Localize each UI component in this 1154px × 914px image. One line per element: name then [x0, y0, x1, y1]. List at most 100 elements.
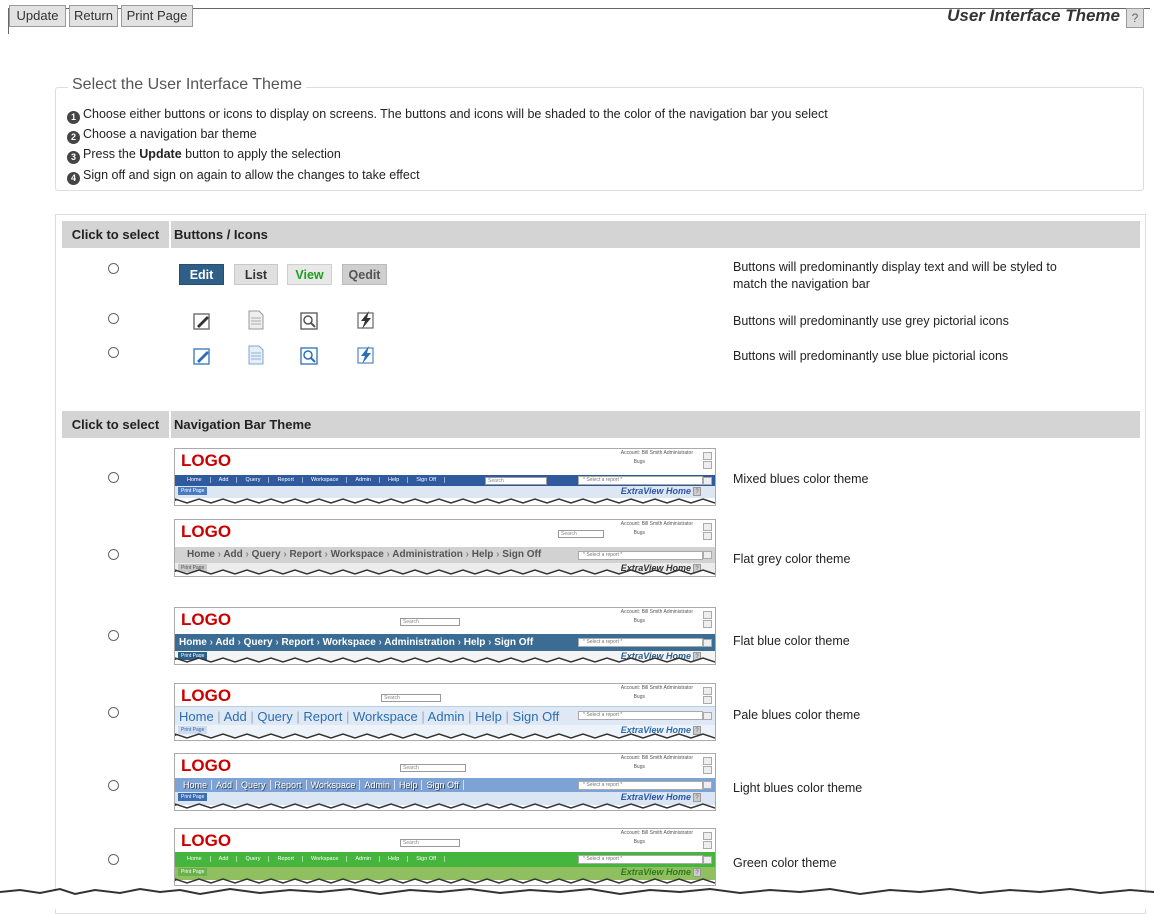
print-page-button[interactable]: Print Page: [121, 5, 193, 27]
preview-search-box: Search: [400, 618, 460, 626]
preview-dropdown-icon: [703, 611, 712, 619]
preview-nav-separator: ›: [234, 637, 244, 648]
preview-nav-item: Add: [212, 780, 238, 790]
preview-report-select: * Select a report *: [578, 638, 703, 647]
preview-nav-separator: |: [246, 709, 258, 724]
preview-print-button: Print Page: [178, 868, 208, 876]
theme-radio[interactable]: [108, 472, 119, 483]
preview-nav-item: Report: [269, 477, 303, 483]
instruction-step-4: 4 Sign off and sign on again to allow the…: [67, 168, 420, 185]
preview-bugs: Bugs: [633, 530, 645, 536]
theme-radio[interactable]: [108, 630, 119, 641]
preview-account: Account: Bill Smith Administrator: [620, 755, 693, 761]
view-icon: [300, 312, 318, 330]
preview-dropdown-icon: [703, 781, 712, 789]
preview-nav-separator: ›: [313, 637, 323, 648]
click-to-select-header: Click to select: [62, 411, 171, 438]
preview-nav-item: Admin: [347, 477, 380, 483]
preview-search-box: Search: [400, 764, 466, 772]
preview-nav-separator: |: [464, 709, 476, 724]
preview-logo: LOGO: [181, 610, 232, 629]
step-number-icon: 2: [67, 131, 80, 144]
preview-account: Account: Bill Smith Administrator: [620, 521, 693, 527]
preview-nav-item: Workspace: [352, 709, 418, 724]
preview-dropdown-icon: [703, 832, 712, 840]
buttons-text-radio[interactable]: [108, 263, 119, 274]
preview-account: Account: Bill Smith Administrator: [620, 685, 693, 691]
preview-nav-item: Home: [179, 856, 211, 862]
theme-radio[interactable]: [108, 780, 119, 791]
preview-nav-item: Help: [394, 780, 423, 790]
theme-description: Flat blue color theme: [733, 634, 850, 648]
theme-radio[interactable]: [108, 549, 119, 560]
preview-nav-item: Add: [210, 856, 238, 862]
preview-nav-separator: |: [417, 709, 428, 724]
grey-icons-description: Buttons will predominantly use grey pict…: [733, 314, 1009, 328]
grey-icons-radio[interactable]: [108, 313, 119, 324]
preview-bugs: Bugs: [633, 618, 645, 624]
step-text: button to apply the selection: [181, 147, 341, 161]
preview-nav-item: Sign Off: [502, 549, 542, 560]
preview-account: Account: Bill Smith Administrator: [620, 450, 693, 456]
preview-dropdown-icon: [703, 476, 712, 485]
instruction-step-1: 1 Choose either buttons or icons to displ…: [67, 107, 828, 124]
update-button[interactable]: Update: [9, 5, 66, 27]
preview-nav-separator: ›: [242, 549, 252, 560]
preview-report-select: * Select a report *: [578, 711, 703, 720]
preview-nav-separator: ›: [485, 637, 495, 648]
preview-nav-item: Query: [257, 709, 293, 724]
theme-radio[interactable]: [108, 854, 119, 865]
preview-nav-item: Add: [215, 637, 235, 648]
step-text-bold: Update: [139, 147, 182, 161]
preview-nav-item: Home: [179, 477, 211, 483]
navigation-theme-header: Click to select Navigation Bar Theme: [62, 411, 1140, 438]
blue-icons-radio[interactable]: [108, 347, 119, 358]
theme-preview: LOGO Account: Bill Smith Administrator Bug…: [174, 448, 716, 506]
preview-nav-item: Help: [379, 477, 409, 483]
preview-dropdown-icon: [703, 532, 712, 540]
step-text: Press the: [83, 147, 140, 161]
preview-nav-item: Workspace: [302, 856, 348, 862]
preview-dropdown-icon: [703, 523, 712, 531]
preview-nav-item: Workspace: [330, 549, 384, 560]
preview-torn-edge: [175, 569, 715, 576]
theme-description: Pale blues color theme: [733, 708, 861, 722]
page-title: User Interface Theme: [947, 6, 1120, 25]
preview-logo: LOGO: [181, 522, 232, 541]
preview-logo: LOGO: [181, 756, 232, 775]
preview-nav-item: Help: [379, 856, 409, 862]
preview-account: Account: Bill Smith Administrator: [620, 609, 693, 615]
theme-preview: LOGO Account: Bill Smith Administrator Bug…: [174, 753, 716, 811]
preview-print-button: Print Page: [178, 793, 208, 801]
theme-radio[interactable]: [108, 707, 119, 718]
step-text: Choose a navigation bar theme: [83, 127, 257, 141]
preview-dropdown-icon: [703, 711, 712, 720]
preview-search-box: Search: [381, 694, 441, 702]
preview-nav-item: Administration: [392, 549, 463, 560]
preview-dropdown-icon: [703, 855, 712, 864]
preview-nav-separator: |: [342, 709, 353, 724]
help-button[interactable]: ?: [1126, 8, 1144, 28]
preview-help-icon: ?: [693, 487, 701, 496]
preview-nav-item: Report: [303, 709, 343, 724]
click-to-select-header: Click to select: [62, 221, 171, 248]
theme-preview: LOGO Account: Bill Smith Administrator Bug…: [174, 607, 716, 665]
preview-search-box: Search: [400, 839, 460, 847]
preview-nav-item: Help: [471, 549, 494, 560]
preview-nav-item: Home: [187, 549, 215, 560]
preview-nav-separator: |: [292, 709, 304, 724]
preview-nav-item: Admin: [347, 856, 380, 862]
buttons-icons-header: Click to select Buttons / Icons: [62, 221, 1140, 248]
preview-nav-item: Add: [223, 549, 243, 560]
theme-description: Green color theme: [733, 856, 837, 870]
step-number-icon: 3: [67, 151, 80, 164]
view-icon: [300, 347, 318, 365]
sample-list-button: List: [234, 264, 278, 285]
return-button[interactable]: Return: [69, 5, 118, 27]
preview-nav-item: Report: [269, 856, 303, 862]
preview-bugs: Bugs: [633, 839, 645, 845]
preview-nav-item: Query: [237, 856, 270, 862]
sample-qedit-button: Qedit: [342, 264, 387, 285]
step-number-icon: 1: [67, 111, 80, 124]
navigation-theme-title: Navigation Bar Theme: [174, 417, 312, 432]
